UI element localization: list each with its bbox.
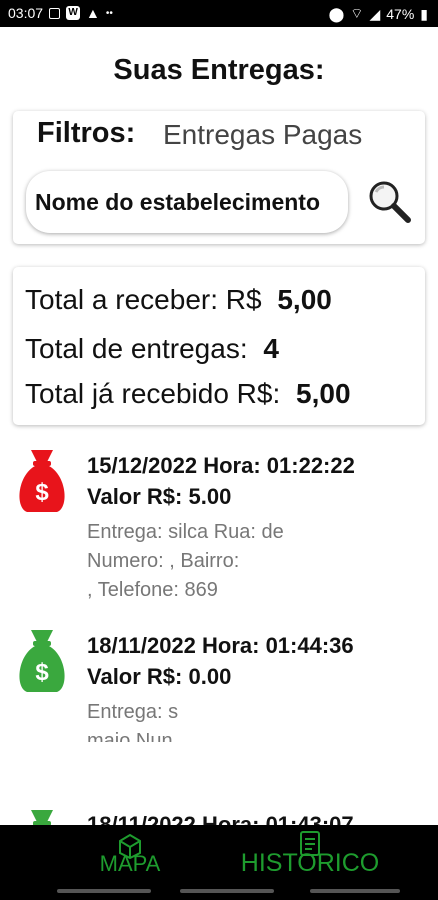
location-icon: ⬤	[328, 5, 345, 22]
delivery-item[interactable]: $ 15/12/2022 Hora: 01:22:22 Valor R$: 5.…	[0, 440, 438, 610]
total-receber-row: Total a receber: R$ 5,00	[25, 284, 332, 316]
system-nav-handle	[310, 889, 400, 893]
status-time: 03:07	[8, 5, 44, 21]
svg-text:$: $	[35, 659, 49, 686]
totals-card: Total a receber: R$ 5,00 Total de entreg…	[13, 267, 425, 425]
battery-level: 47%	[386, 6, 415, 22]
delivery-datetime: 18/11/2022 Hora: 01:43:07	[87, 812, 354, 825]
app-notification-icon: W	[66, 6, 81, 20]
money-bag-icon	[31, 810, 53, 825]
notification-icon	[49, 7, 61, 19]
total-entregas-value: 4	[263, 333, 279, 364]
wifi-icon: ⌔	[350, 5, 364, 21]
total-recebido-row: Total já recebido R$: 5,00	[25, 378, 351, 410]
filter-selector[interactable]: Entregas Pagas	[163, 119, 362, 151]
nav-mapa-label: MAPA	[99, 851, 161, 876]
delivery-valor: Valor R$: 0.00	[87, 664, 232, 689]
money-bag-icon: $	[19, 450, 65, 512]
nav-mapa-button[interactable]: MAPA	[95, 825, 165, 885]
delivery-item[interactable]: $ 18/11/2022 Hora: 01:44:36 Valor R$: 0.…	[0, 620, 438, 780]
total-receber-label: Total a receber: R$	[25, 284, 262, 315]
filters-label: Filtros:	[37, 117, 136, 149]
system-nav-handle	[180, 889, 274, 893]
more-icon: ••	[105, 7, 113, 19]
search-button[interactable]	[365, 177, 413, 225]
delivery-valor: Valor R$: 5.00	[87, 484, 232, 509]
total-entregas-row: Total de entregas: 4	[25, 333, 279, 365]
total-recebido-label: Total já recebido R$:	[25, 378, 281, 409]
search-icon	[369, 181, 411, 223]
total-entregas-label: Total de entregas:	[25, 333, 248, 364]
signal-icon: ◢	[369, 5, 381, 22]
svg-text:$: $	[35, 479, 49, 506]
nav-historico-button[interactable]: HISTORICO	[240, 825, 380, 885]
delivery-details: Entrega: s maio Nun	[87, 701, 179, 742]
delivery-details: Entrega: silca Rua: de Numero: , Bairro:…	[87, 521, 284, 601]
nav-historico-label: HISTORICO	[240, 849, 380, 877]
system-nav-handle	[57, 889, 151, 893]
total-recebido-value: 5,00	[296, 378, 351, 409]
total-receber-value: 5,00	[277, 284, 332, 315]
delivery-datetime: 15/12/2022 Hora: 01:22:22	[87, 453, 355, 478]
status-bar: 03:07 W ▲ •• ⬤ ⌔ ◢ 47% ▮	[0, 0, 438, 27]
delivery-datetime: 18/11/2022 Hora: 01:44:36	[87, 633, 354, 658]
money-bag-icon: $	[19, 630, 65, 692]
warning-icon: ▲	[86, 5, 100, 21]
establishment-search-input[interactable]: Nome do estabelecimento	[26, 171, 348, 233]
battery-icon: ▮	[420, 5, 428, 22]
page-title: Suas Entregas:	[113, 54, 325, 86]
filters-card: Filtros: Entregas Pagas Nome do estabele…	[13, 111, 425, 244]
delivery-item[interactable]: 18/11/2022 Hora: 01:43:07	[0, 800, 438, 825]
